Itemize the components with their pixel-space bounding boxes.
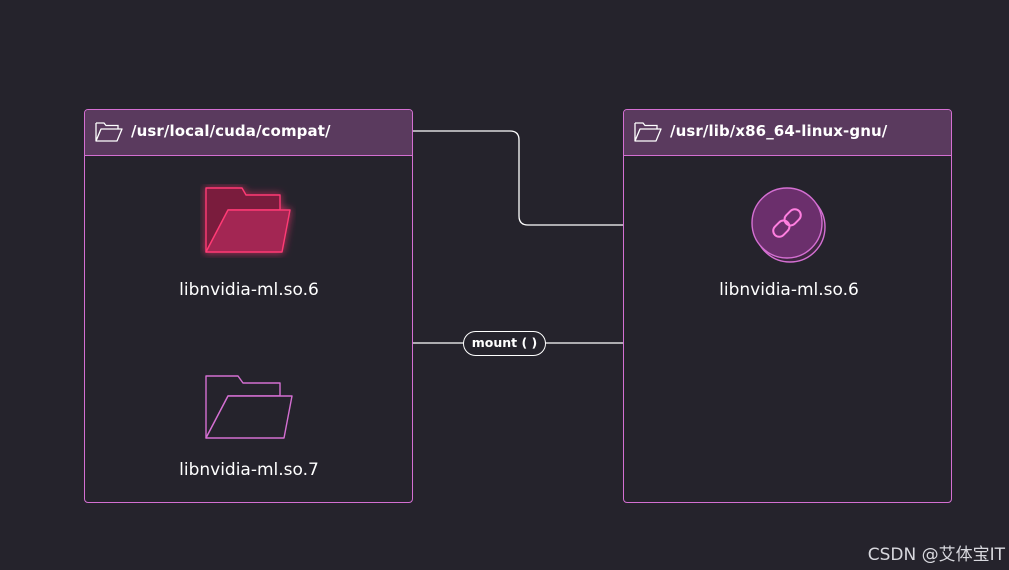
folder-open-icon bbox=[205, 375, 293, 439]
folder-open-icon bbox=[634, 122, 662, 142]
target-directory-title: /usr/lib/x86_64-linux-gnu/ bbox=[670, 122, 888, 140]
source-file-label: libnvidia-ml.so.7 bbox=[179, 460, 319, 480]
diagram-canvas: /usr/local/cuda/compat/ /usr/lib/x86_64-… bbox=[0, 0, 1009, 570]
link-icon bbox=[751, 187, 826, 263]
source-file-label: libnvidia-ml.so.6 bbox=[179, 280, 319, 300]
folder-open-icon bbox=[95, 122, 123, 142]
target-directory-panel: /usr/lib/x86_64-linux-gnu/ bbox=[623, 109, 952, 503]
watermark-text: CSDN @艾体宝IT bbox=[867, 545, 1005, 565]
source-directory-header: /usr/local/cuda/compat/ bbox=[85, 110, 412, 156]
source-directory-title: /usr/local/cuda/compat/ bbox=[131, 122, 331, 140]
folder-open-icon bbox=[205, 187, 291, 253]
mount-label: mount ( ) bbox=[463, 331, 546, 356]
target-file-label: libnvidia-ml.so.6 bbox=[719, 280, 859, 300]
target-directory-header: /usr/lib/x86_64-linux-gnu/ bbox=[624, 110, 951, 156]
